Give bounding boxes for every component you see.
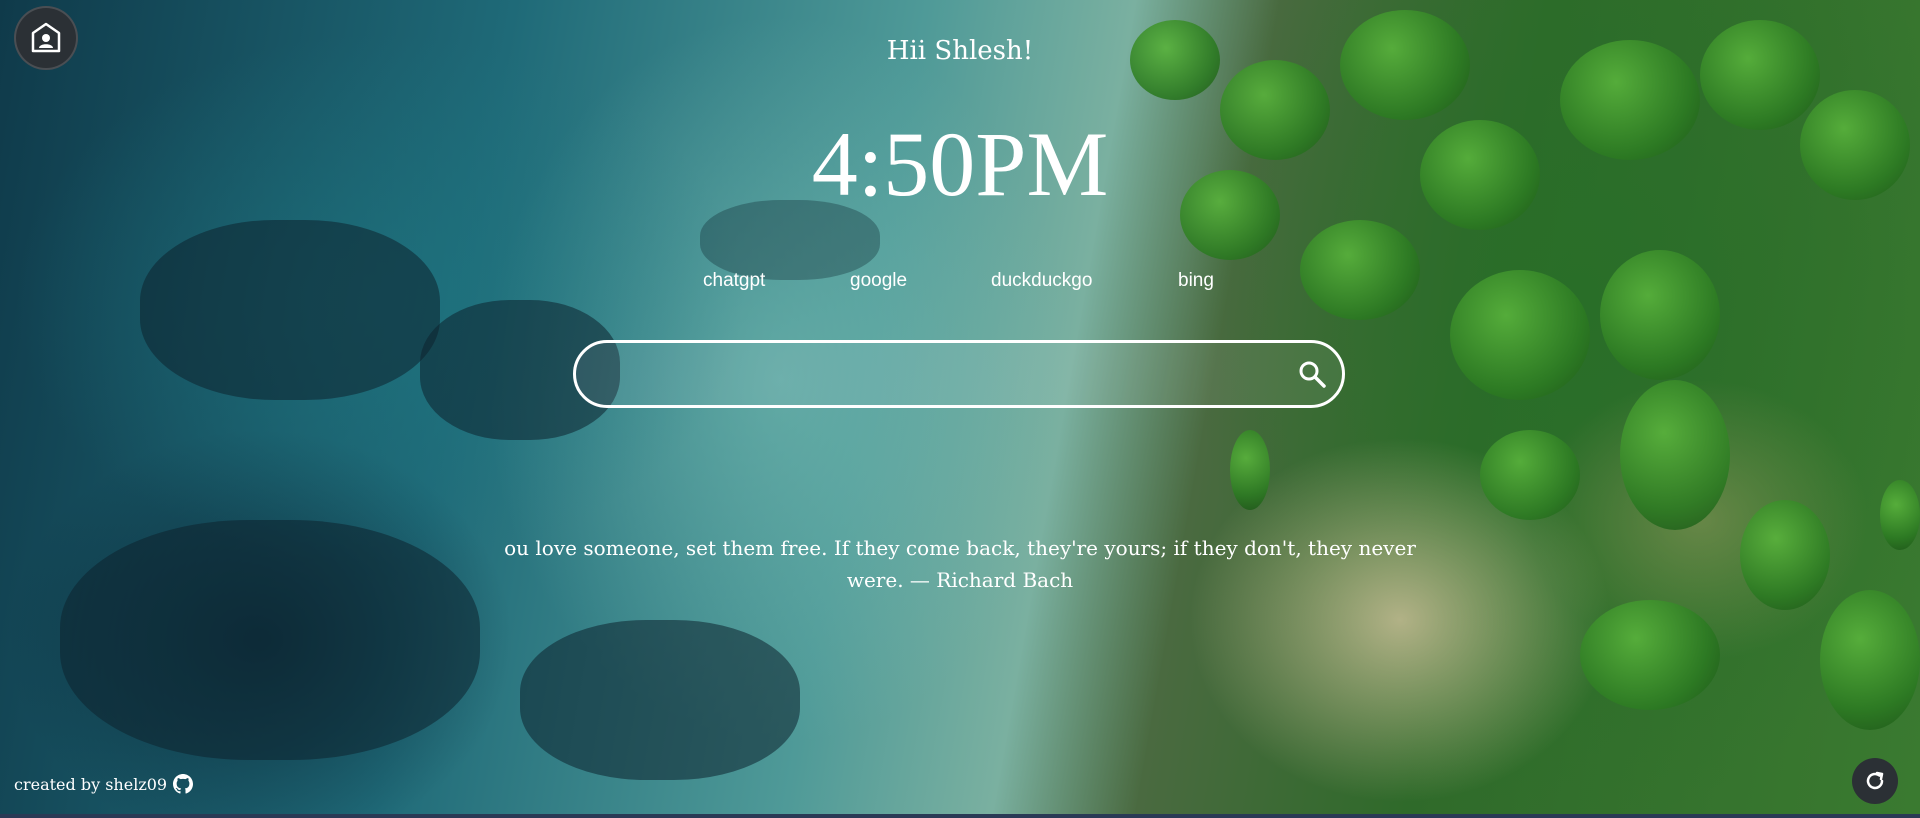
search-icon [1299,361,1326,388]
clock-display: 4:50PM [811,113,1109,215]
search-input[interactable] [576,342,1282,406]
tree-shape [1880,480,1920,550]
engine-chatgpt[interactable]: chatgpt [703,270,765,292]
footer-credit: created by shelz09 [14,774,194,794]
bottom-edge [0,814,1920,818]
search-bar [573,340,1345,408]
quote-text: ou love someone, set them free. If they … [504,536,1416,592]
refresh-icon [1866,771,1884,790]
tree-shape [1740,500,1830,610]
github-link[interactable] [173,774,194,794]
github-icon [173,774,194,794]
greeting-text: Hii Shlesh! [886,36,1034,66]
tree-shape [1820,590,1920,730]
refresh-button[interactable] [1852,758,1898,804]
tree-shape [1480,430,1580,520]
tree-shape [1620,380,1730,530]
credit-text: created by shelz09 [14,774,168,794]
reef-shape [520,620,800,780]
search-button[interactable] [1282,344,1342,404]
engine-google[interactable]: google [850,270,907,292]
search-engine-list: chatgpt google duckduckgo bing [0,270,1920,294]
reef-shape [140,220,440,400]
engine-duckduckgo[interactable]: duckduckgo [991,270,1092,292]
tree-shape [1580,600,1720,710]
tree-shape [1230,430,1270,510]
engine-bing[interactable]: bing [1178,270,1214,292]
new-tab-page: Hii Shlesh! 4:50PM chatgpt google duckdu… [0,0,1920,818]
reef-shape [60,520,480,760]
